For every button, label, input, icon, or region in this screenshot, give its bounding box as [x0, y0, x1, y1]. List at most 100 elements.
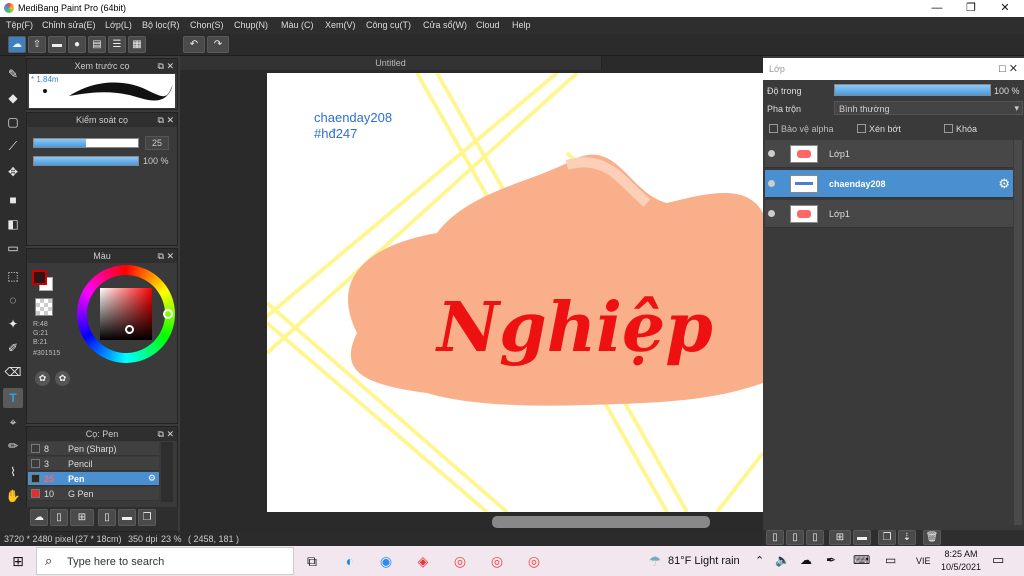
layer-opacity-slider[interactable] [834, 84, 991, 96]
menu-help[interactable]: Help [512, 20, 531, 30]
tray-chevron-up-icon[interactable]: ⌃ [755, 554, 764, 567]
panel-float-icon[interactable]: ⧉ ✕ [158, 249, 174, 263]
visibility-eye-icon[interactable] [768, 150, 775, 157]
speaker-icon[interactable]: 🔈 [775, 553, 790, 567]
onedrive-icon[interactable]: ☁ [800, 553, 812, 567]
select-eraser-icon[interactable]: ⌫ [3, 362, 23, 382]
dot-tool-icon[interactable]: ▢ [3, 112, 23, 132]
windows-start-icon[interactable]: ⊞ [8, 551, 28, 571]
panel-close-icon[interactable]: □ ✕ [999, 62, 1018, 75]
zoom-app-icon[interactable]: ◉ [376, 551, 396, 571]
new-brush-icon[interactable]: ▯ [50, 509, 68, 526]
lasso-icon[interactable]: ◌ [3, 290, 23, 310]
layer-item[interactable]: Lớp1 [765, 140, 1013, 168]
chrome-profile2-icon[interactable]: ◎ [524, 551, 544, 571]
menu-edit[interactable]: Chỉnh sửa(E) [42, 20, 96, 30]
new-halftone-layer-icon[interactable]: ▯ [786, 530, 804, 545]
layer-item[interactable]: Lớp1 [765, 200, 1013, 228]
menu-window[interactable]: Cửa sổ(W) [423, 20, 467, 30]
minimize-button[interactable]: — [920, 0, 954, 17]
visibility-eye-icon[interactable] [768, 180, 775, 187]
brush-item[interactable]: 10 G Pen [28, 487, 159, 501]
hand-tool-icon[interactable]: ✋ [3, 486, 23, 506]
menu-view[interactable]: Xem(V) [325, 20, 356, 30]
document-tab[interactable]: Untitled [180, 56, 602, 70]
chat-icon[interactable]: ● [68, 36, 86, 53]
primary-color-swatch[interactable] [32, 270, 47, 285]
clipping-checkbox[interactable] [857, 124, 866, 133]
list-icon[interactable]: ☰ [108, 36, 126, 53]
notification-icon[interactable]: ▭ [992, 552, 1004, 568]
panel-float-icon[interactable]: ⧉ ✕ [158, 59, 174, 73]
monitor-icon[interactable]: ▭ [885, 553, 896, 567]
menu-filter[interactable]: Bộ lọc(R) [142, 20, 180, 30]
panel-float-icon[interactable]: ⧉ ✕ [158, 427, 174, 441]
menu-layer[interactable]: Lớp(L) [105, 20, 132, 30]
chrome-profile-icon[interactable]: ◎ [487, 551, 507, 571]
menu-color[interactable]: Màu (C) [281, 20, 314, 30]
gradient-tool-icon[interactable]: ▭ [3, 238, 23, 258]
bucket-tool-icon[interactable]: ◧ [3, 214, 23, 234]
gear-icon[interactable]: ⚙ [998, 176, 1010, 192]
brush-tool-icon[interactable]: ✎ [3, 64, 23, 84]
new-8bit-layer-icon[interactable]: ▯ [806, 530, 824, 545]
layer-item-selected[interactable]: chaenday208 ⚙ [765, 170, 1013, 198]
transparent-color-swatch[interactable] [35, 298, 53, 316]
eraser-tool-icon[interactable]: ◆ [3, 88, 23, 108]
drawing-canvas[interactable]: Nghiệp chaenday208 #hđ247 [267, 73, 763, 512]
brush-cloud-icon[interactable]: ☁ [30, 509, 48, 526]
undo-button[interactable]: ↶ [183, 36, 205, 53]
document-icon[interactable]: ▤ [88, 36, 106, 53]
brush-item[interactable]: 8 Pen (Sharp) [28, 442, 159, 456]
grid-icon[interactable]: ▦ [128, 36, 146, 53]
chrome-icon[interactable]: ◎ [450, 551, 470, 571]
brush-size-value[interactable]: 25 [145, 136, 169, 150]
menu-cloud[interactable]: Cloud [476, 20, 500, 30]
merge-layer-icon[interactable]: ⇣ [898, 530, 916, 545]
menu-select[interactable]: Chọn(S) [190, 20, 224, 30]
layer-folder-icon[interactable]: ▬ [853, 530, 871, 545]
close-button[interactable]: ✕ [988, 0, 1022, 17]
menu-capture[interactable]: Chụp(N) [234, 20, 268, 30]
visibility-eye-icon[interactable] [768, 210, 775, 217]
add-layer-icon[interactable]: ⊞ [829, 530, 851, 545]
pen-icon[interactable]: ✒ [826, 553, 836, 567]
language-indicator[interactable]: VIE [916, 556, 931, 566]
select-rect-icon[interactable]: ⬚ [3, 266, 23, 286]
duplicate-brush-icon[interactable]: ▯ [98, 509, 116, 526]
brush-size-slider[interactable] [33, 138, 139, 148]
palette-icon[interactable]: ✿ [35, 371, 50, 386]
layer-scrollbar[interactable] [1014, 140, 1022, 525]
share-icon[interactable]: ⇧ [28, 36, 46, 53]
hue-picker-cursor[interactable] [163, 309, 173, 319]
divide-tool-icon[interactable]: ✏ [3, 436, 23, 456]
brush-item[interactable]: 3 Pencil [28, 457, 159, 471]
color-picker-cursor[interactable] [125, 325, 134, 334]
copy-icon[interactable]: ❐ [138, 509, 156, 526]
taskbar-search-box[interactable]: ⌕ Type here to search [36, 547, 294, 575]
select-pen-icon[interactable]: ✐ [3, 338, 23, 358]
edge-browser-icon[interactable]: ◐ [340, 551, 360, 571]
blend-mode-select[interactable]: Bình thường ▾ [834, 101, 1023, 115]
lock-checkbox[interactable] [944, 124, 953, 133]
new-layer-icon[interactable]: ▯ [766, 530, 784, 545]
panel-float-icon[interactable]: ⧉ ✕ [158, 113, 174, 127]
magic-wand-icon[interactable]: ✦ [3, 314, 23, 334]
cloud-icon[interactable]: ☁ [8, 36, 26, 53]
text-tool-icon[interactable]: T [3, 388, 23, 408]
keyboard-icon[interactable]: ⌨ [853, 553, 870, 567]
brush-item-selected[interactable]: 25 Pen ⚙ [28, 472, 159, 486]
delete-layer-icon[interactable]: 🗑 [923, 530, 941, 545]
shape-fill-icon[interactable]: ■ [3, 190, 23, 210]
gear-icon[interactable]: ⚙ [148, 473, 156, 484]
clock-time[interactable]: 8:25 AM [943, 549, 979, 559]
menu-tools[interactable]: Công cụ(T) [366, 20, 411, 30]
task-view-icon[interactable]: ⧉ [302, 551, 322, 571]
comment-icon[interactable]: ▬ [48, 36, 66, 53]
clock-date[interactable]: 10/5/2021 [938, 562, 984, 572]
folder-icon[interactable]: ▬ [118, 509, 136, 526]
duplicate-layer-icon[interactable]: ❐ [878, 530, 896, 545]
protect-alpha-checkbox[interactable] [769, 124, 778, 133]
menu-file[interactable]: Tệp(F) [6, 20, 33, 30]
medibang-app-icon[interactable]: ◈ [413, 551, 433, 571]
